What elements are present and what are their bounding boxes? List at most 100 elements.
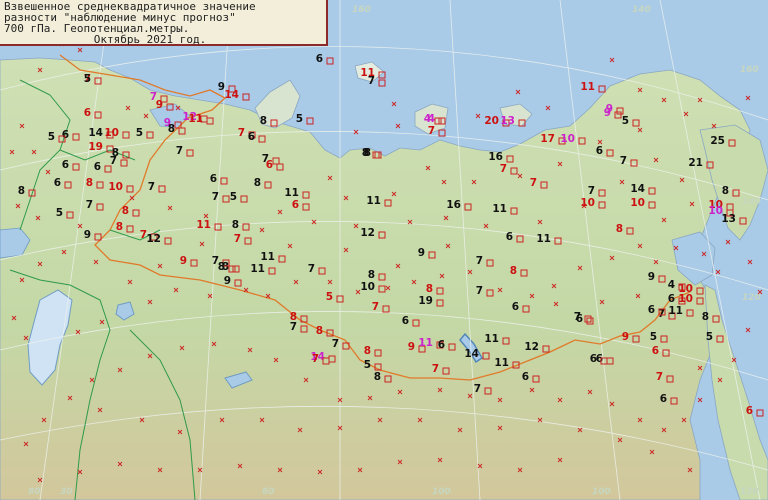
grid-label: 160 — [352, 5, 371, 15]
station-value: 13 — [721, 213, 736, 225]
station-value: 11 — [494, 357, 509, 369]
station-value: 13 — [500, 115, 515, 127]
station-value: 11 — [668, 305, 683, 317]
grid-label: 120 — [742, 293, 761, 303]
station-value: 14 — [88, 127, 103, 139]
station-value: 5 — [136, 127, 143, 139]
grid-label: 140 — [632, 5, 651, 15]
station-value: 6 — [512, 301, 519, 313]
station-value: 6 — [438, 339, 445, 351]
station-value: 5 — [48, 131, 55, 143]
station-value: 9 — [648, 271, 655, 283]
station-value: 8 — [426, 283, 433, 295]
station-value: 10 — [580, 197, 595, 209]
station-value: 6 — [266, 159, 273, 171]
station-value: 7 — [500, 163, 507, 175]
station-value: 6 — [210, 173, 217, 185]
station-value: 11 — [284, 187, 299, 199]
station-value: 10 — [360, 281, 375, 293]
station-value: 11 — [536, 233, 551, 245]
station-value: 16 — [446, 199, 461, 211]
station-value: 8 — [364, 345, 371, 357]
station-value: 9 — [622, 331, 629, 343]
station-value: 9 — [418, 247, 425, 259]
station-value: 14 — [224, 89, 239, 101]
station-value: 6 — [248, 131, 255, 143]
station-value: 4 — [668, 279, 675, 291]
station-value: 14 — [464, 348, 479, 360]
station-value: 7 — [588, 185, 595, 197]
station-value: 10 — [560, 133, 575, 145]
station-value: 7 — [476, 285, 483, 297]
station-value: 25 — [710, 135, 725, 147]
station-value: 11 — [366, 195, 381, 207]
station-value: 5 — [230, 191, 237, 203]
station-value: 12 — [360, 227, 375, 239]
station-value: 5 — [326, 291, 333, 303]
station-value: 10 — [104, 127, 119, 139]
grid-label: 160 — [740, 65, 759, 75]
grid-label: 140 — [742, 197, 761, 207]
station-value: 11 — [260, 251, 275, 263]
station-value: 5 — [706, 331, 713, 343]
station-value: 5 — [622, 115, 629, 127]
station-value: 8 — [122, 205, 129, 217]
station-value: 19 — [418, 295, 433, 307]
station-value: 7 — [176, 145, 183, 157]
station-value: 8 — [260, 115, 267, 127]
station-value: 7 — [212, 191, 219, 203]
station-value: 7 — [656, 371, 663, 383]
station-value: 8 — [510, 265, 517, 277]
station-value: 7 — [148, 181, 155, 193]
station-value: 7 — [428, 125, 435, 137]
station-value: 21 — [688, 157, 703, 169]
station-value: 6 — [316, 53, 323, 65]
grid-label: 100 — [432, 487, 451, 497]
station-value: 6 — [596, 145, 603, 157]
grid-label: 60 — [262, 487, 275, 497]
station-value: 6 — [94, 161, 101, 173]
station-value: 8 — [368, 269, 375, 281]
station-value: 7 — [238, 127, 245, 139]
station-value: 11 — [250, 263, 265, 275]
station-value: 6 — [652, 345, 659, 357]
station-value: 6 — [522, 371, 529, 383]
station-value: 7 — [290, 321, 297, 333]
station-value: 7 — [308, 263, 315, 275]
station-value: 8 — [218, 261, 225, 273]
station-value: 14 — [630, 183, 645, 195]
station-value: 7 — [312, 353, 319, 365]
station-value: 8 — [254, 177, 261, 189]
station-value: 4 — [424, 113, 431, 125]
station-value: 8 — [364, 147, 371, 159]
station-value: 7 — [574, 311, 581, 323]
station-value: 6 — [506, 231, 513, 243]
station-value: 6 — [62, 159, 69, 171]
station-value: 10 — [678, 283, 693, 295]
station-value: 10 — [108, 181, 123, 193]
station-value: 9 — [156, 99, 163, 111]
station-value: 7 — [474, 383, 481, 395]
station-value: 7 — [432, 363, 439, 375]
station-value: 8 — [232, 219, 239, 231]
station-value: 6 — [660, 393, 667, 405]
station-value: 5 — [364, 359, 371, 371]
station-value: 20 — [484, 115, 499, 127]
station-value: 6 — [84, 107, 91, 119]
grid-label: 30 — [60, 487, 73, 497]
station-value: 7 — [234, 233, 241, 245]
station-value: 11 — [484, 333, 499, 345]
station-value: 8 — [374, 371, 381, 383]
station-value: 5 — [56, 207, 63, 219]
station-value: 10 — [630, 197, 645, 209]
station-value: 9 — [84, 229, 91, 241]
station-value: 7 — [530, 177, 537, 189]
station-value: 6 — [54, 177, 61, 189]
station-value: 7 — [332, 338, 339, 350]
station-value: 12 — [524, 341, 539, 353]
map-canvas: 160 140 160 140 120 30 60 100 80 100 120… — [0, 0, 768, 500]
station-value: 5 — [296, 113, 303, 125]
station-value: 7 — [372, 301, 379, 313]
station-value: 11 — [418, 337, 433, 349]
station-value: 6 — [402, 315, 409, 327]
